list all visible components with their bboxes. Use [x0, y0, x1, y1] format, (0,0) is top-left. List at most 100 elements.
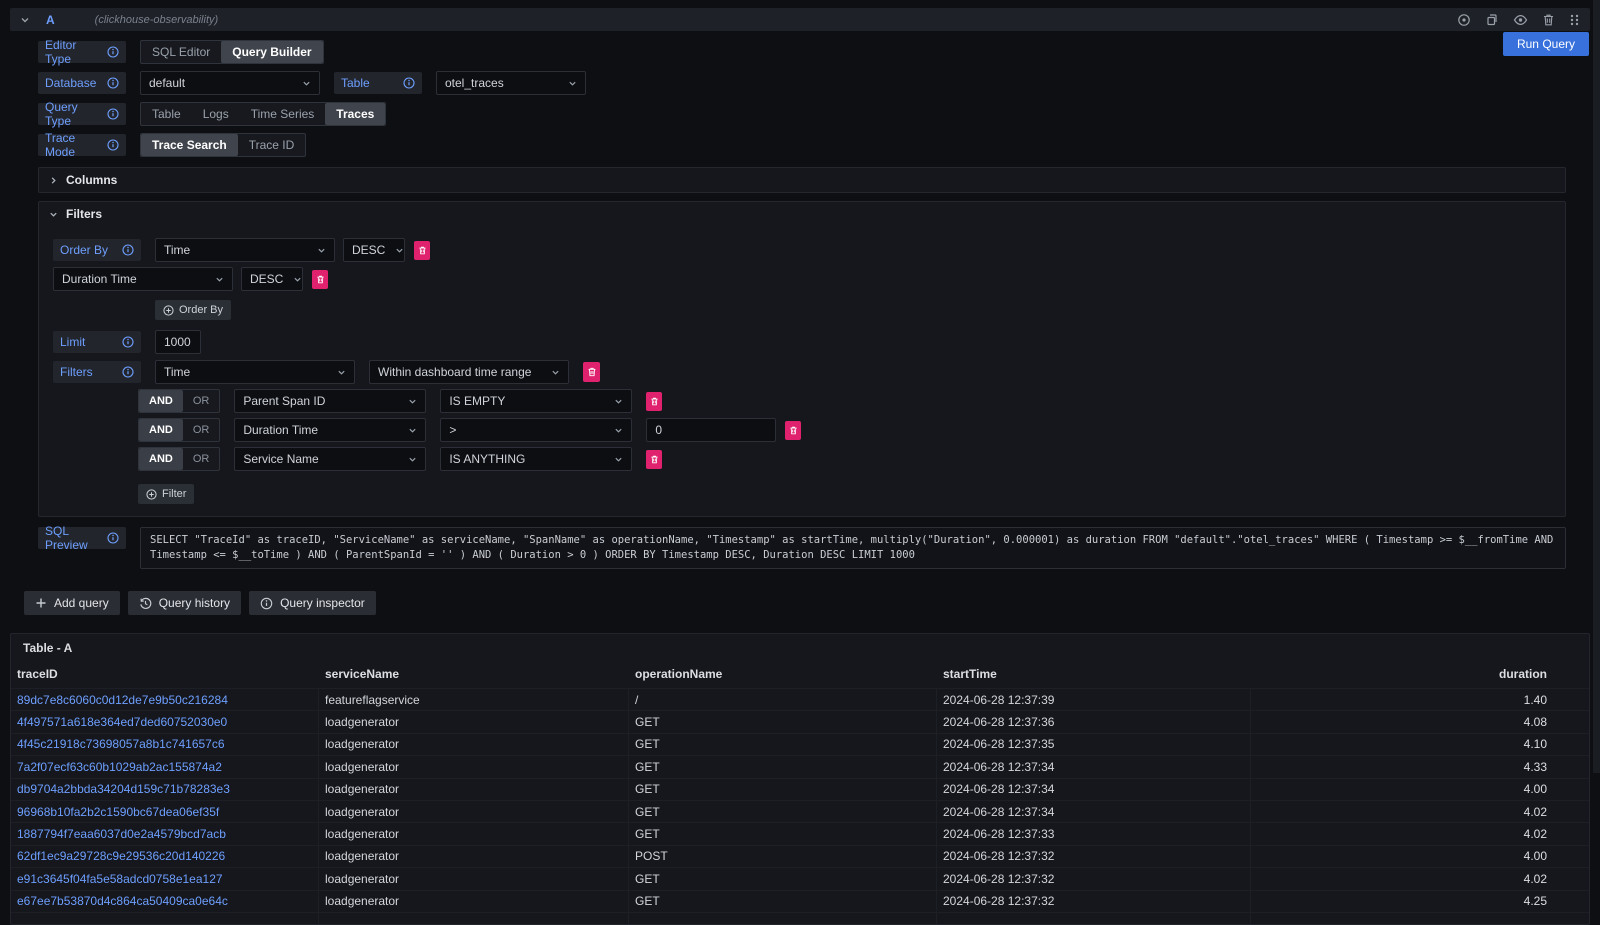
- duplicate-query-icon[interactable]: [1485, 13, 1499, 27]
- filter-operator-select[interactable]: IS ANYTHING: [440, 447, 632, 471]
- cell-traceID[interactable]: 4f45c21918c73698057a8b1c741657c6: [11, 734, 319, 755]
- collapse-chevron-icon[interactable]: [20, 15, 30, 25]
- add-filter-button[interactable]: Filter: [138, 484, 194, 504]
- column-header-starttime[interactable]: startTime: [937, 667, 1251, 681]
- info-icon[interactable]: [107, 139, 119, 151]
- table-panel: Table - A traceID serviceName operationN…: [10, 633, 1590, 925]
- info-icon[interactable]: [122, 244, 134, 256]
- chevron-down-icon: [614, 426, 623, 435]
- table-select[interactable]: otel_traces: [436, 71, 586, 95]
- query-history-button[interactable]: Query history: [128, 591, 241, 615]
- drag-handle-icon[interactable]: [1569, 13, 1580, 27]
- eye-icon[interactable]: [1513, 14, 1528, 26]
- filter-field-select[interactable]: Service Name: [234, 447, 426, 471]
- order-by-field-select[interactable]: Time: [155, 238, 335, 262]
- limit-input[interactable]: 1000: [155, 330, 201, 354]
- filters-section-title: Filters: [66, 207, 102, 221]
- sql-preview-code[interactable]: SELECT "TraceId" as traceID, "ServiceNam…: [140, 527, 1566, 569]
- page-scrollbar[interactable]: [1593, 0, 1600, 773]
- cell-traceID[interactable]: 4f497571a618e364ed7ded60752030e0: [11, 711, 319, 732]
- columns-section-toggle[interactable]: Columns: [39, 168, 1565, 192]
- query-type-option-logs[interactable]: Logs: [192, 103, 240, 125]
- filter-field-select[interactable]: Parent Span ID: [234, 389, 426, 413]
- filter-value-input[interactable]: 0: [646, 418, 776, 442]
- info-icon[interactable]: [107, 46, 119, 58]
- table-body: 89dc7e8c6060c0d12de7e9b50c216284featuref…: [11, 688, 1589, 912]
- table-row: db9704a2bbda34204d159c71b78283e3loadgene…: [11, 778, 1589, 800]
- editor-type-option-query-builder[interactable]: Query Builder: [221, 41, 322, 63]
- column-header-traceid[interactable]: traceID: [11, 667, 319, 681]
- add-order-by-button[interactable]: Order By: [155, 300, 231, 320]
- remove-filter-button[interactable]: [583, 362, 600, 382]
- info-icon[interactable]: [107, 77, 119, 89]
- trace-mode-option-trace-search[interactable]: Trace Search: [141, 134, 238, 156]
- remove-filter-button[interactable]: [646, 392, 662, 411]
- cell-traceID[interactable]: 96968b10fa2b2c1590bc67dea06ef35f: [11, 801, 319, 822]
- info-icon[interactable]: [122, 366, 134, 378]
- trace-mode-group: Trace Search Trace ID: [140, 133, 306, 157]
- add-query-button[interactable]: Add query: [24, 591, 120, 615]
- filter-field-select[interactable]: Duration Time: [234, 418, 426, 442]
- remove-order-by-button[interactable]: [312, 270, 328, 289]
- trace-mode-label-text: Trace Mode: [45, 131, 101, 159]
- cell-traceID[interactable]: 62df1ec9a29728c9e29536c20d140226: [11, 846, 319, 867]
- cell-traceID[interactable]: 7a2f07ecf63c60b1029ab2ac155874a2: [11, 756, 319, 777]
- order-by-direction-select[interactable]: DESC: [343, 238, 405, 262]
- cell-serviceName: loadgenerator: [319, 756, 629, 777]
- info-icon[interactable]: [107, 532, 119, 544]
- cell-serviceName: loadgenerator: [319, 779, 629, 800]
- column-header-operationname[interactable]: operationName: [629, 667, 937, 681]
- chevron-right-icon: [49, 176, 58, 185]
- conjunction-and[interactable]: AND: [139, 448, 183, 470]
- cell-operationName: /: [629, 689, 937, 710]
- run-query-button[interactable]: Run Query: [1503, 32, 1589, 56]
- query-row-header[interactable]: A (clickhouse-observability): [10, 8, 1590, 31]
- filter-operator-select[interactable]: IS EMPTY: [440, 389, 632, 413]
- query-inspector-button[interactable]: Query inspector: [249, 591, 376, 615]
- editor-type-label: Editor Type: [38, 41, 126, 63]
- remove-order-by-button[interactable]: [414, 241, 430, 260]
- filter-operator-select[interactable]: >: [440, 418, 632, 442]
- cell-startTime: [937, 913, 1251, 925]
- query-type-option-table[interactable]: Table: [141, 103, 192, 125]
- filters-section-toggle[interactable]: Filters: [39, 202, 1565, 226]
- cell-traceID[interactable]: e91c3645f04fa5e58adcd0758e1ea127: [11, 868, 319, 889]
- query-type-option-time-series[interactable]: Time Series: [240, 103, 326, 125]
- conjunction-or[interactable]: OR: [183, 419, 220, 441]
- delete-query-icon[interactable]: [1542, 13, 1555, 27]
- info-icon[interactable]: [107, 108, 119, 120]
- order-by-field-select[interactable]: Duration Time: [53, 267, 233, 291]
- cell-startTime: 2024-06-28 12:37:32: [937, 891, 1251, 912]
- trace-mode-option-trace-id[interactable]: Trace ID: [238, 134, 306, 156]
- editor-type-option-sql-editor[interactable]: SQL Editor: [141, 41, 221, 63]
- cell-serviceName: loadgenerator: [319, 734, 629, 755]
- remove-filter-button[interactable]: [646, 450, 662, 469]
- cell-traceID[interactable]: e67ee7b53870d4c864ca50409ca0e64c: [11, 891, 319, 912]
- column-header-duration[interactable]: duration: [1251, 667, 1589, 681]
- cell-traceID[interactable]: db9704a2bbda34204d159c71b78283e3: [11, 779, 319, 800]
- conjunction-and[interactable]: AND: [139, 419, 183, 441]
- help-circle-icon[interactable]: [1457, 13, 1471, 27]
- database-select[interactable]: default: [140, 71, 320, 95]
- filter-operator-select[interactable]: Within dashboard time range: [369, 360, 569, 384]
- cell-operationName: GET: [629, 823, 937, 844]
- filter-operator-value: Within dashboard time range: [378, 365, 531, 379]
- query-type-option-traces[interactable]: Traces: [325, 103, 385, 125]
- cell-traceID[interactable]: 89dc7e8c6060c0d12de7e9b50c216284: [11, 689, 319, 710]
- add-order-by-label: Order By: [179, 304, 223, 316]
- cell-duration: 4.02: [1251, 823, 1589, 844]
- conjunction-or[interactable]: OR: [183, 390, 220, 412]
- cell-traceID[interactable]: 1887794f7eaa6037d0e2a4579bcd7acb: [11, 823, 319, 844]
- order-by-direction-select[interactable]: DESC: [241, 267, 303, 291]
- info-icon[interactable]: [122, 336, 134, 348]
- conjunction-and[interactable]: AND: [139, 390, 183, 412]
- chevron-down-icon: [395, 246, 404, 255]
- remove-filter-button[interactable]: [785, 421, 801, 440]
- filter-field-select[interactable]: Time: [155, 360, 355, 384]
- column-header-servicename[interactable]: serviceName: [319, 667, 629, 681]
- cell-operationName: GET: [629, 711, 937, 732]
- cell-startTime: 2024-06-28 12:37:39: [937, 689, 1251, 710]
- info-icon[interactable]: [403, 77, 415, 89]
- chevron-down-icon: [568, 79, 577, 88]
- conjunction-or[interactable]: OR: [183, 448, 220, 470]
